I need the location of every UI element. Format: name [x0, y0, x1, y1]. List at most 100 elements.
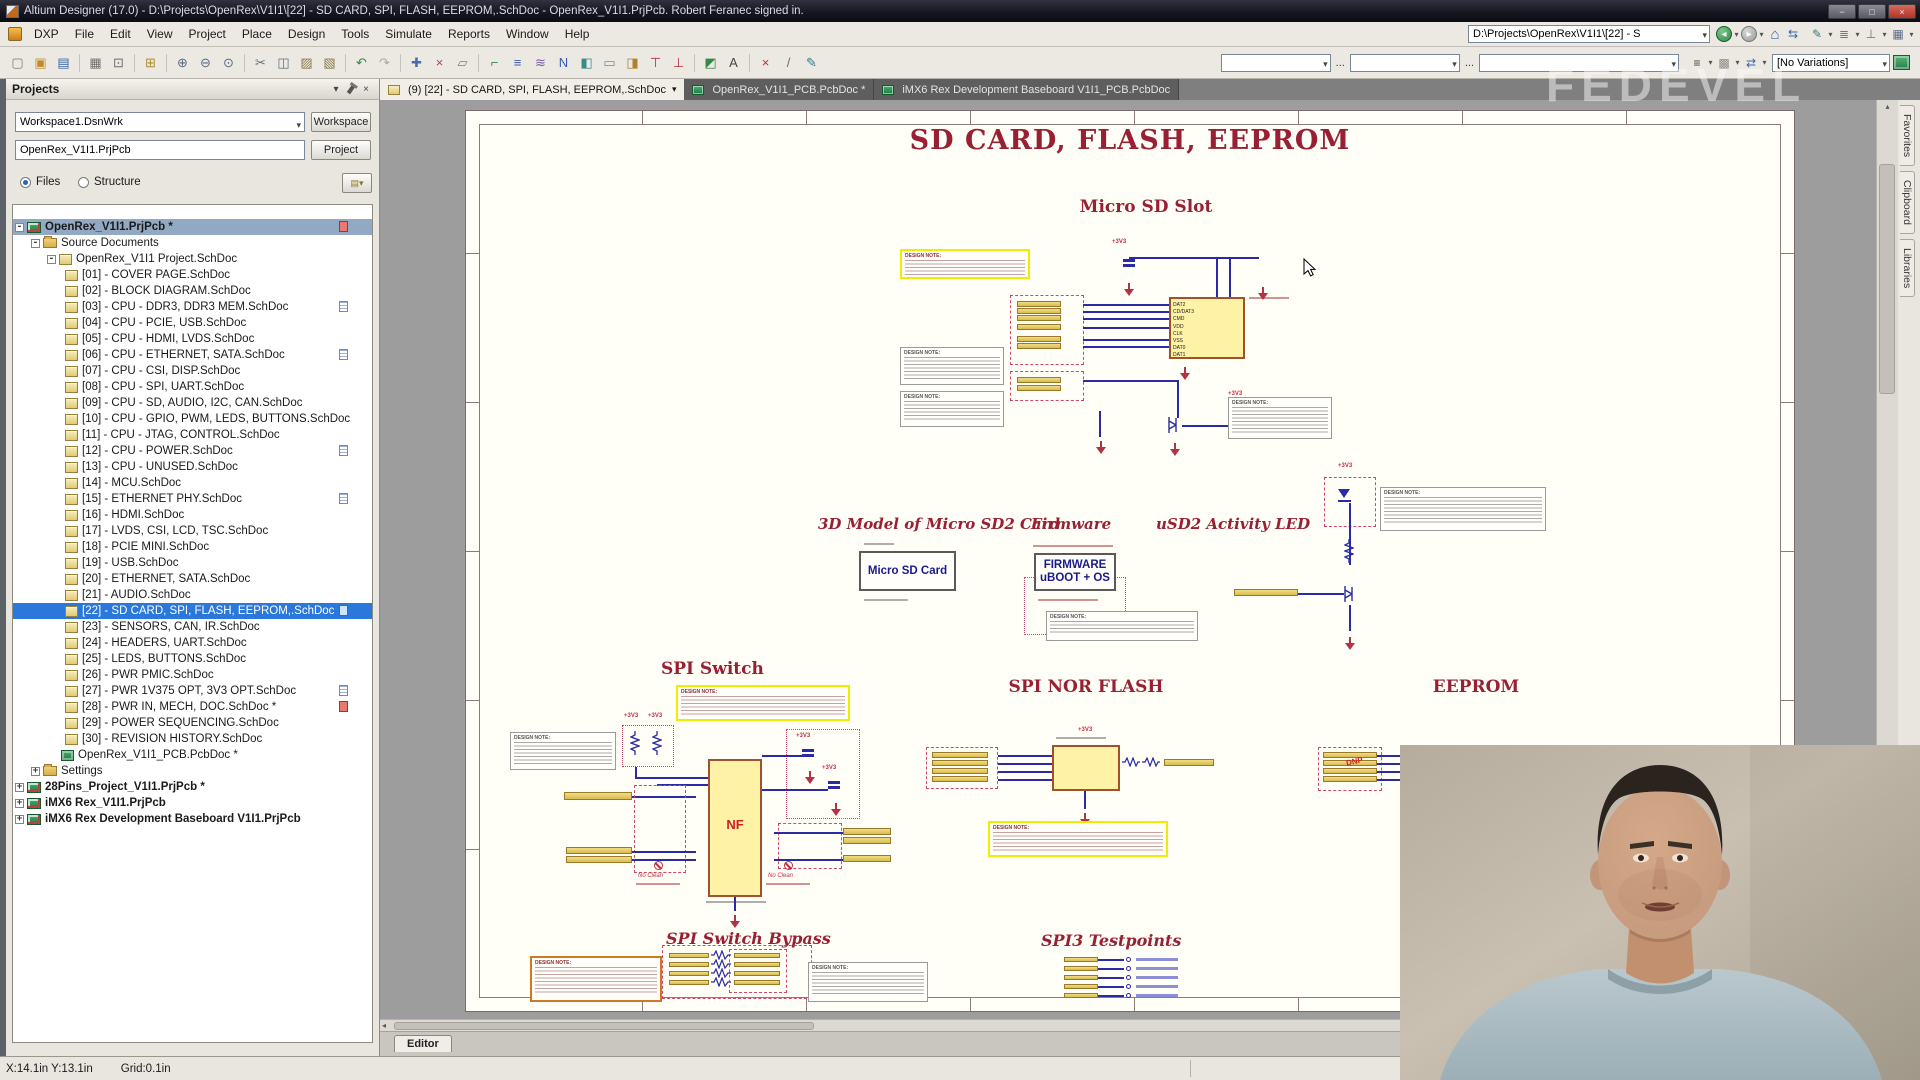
tab-openrex-pcbdoc[interactable]: OpenRex_V1I1_PCB.PcbDoc *: [684, 79, 874, 100]
sheet-symbol-icon[interactable]: ▭: [598, 52, 621, 74]
menu-item[interactable]: Help: [557, 24, 598, 44]
files-radio[interactable]: [20, 177, 31, 188]
close-button[interactable]: ×: [1888, 4, 1916, 19]
paste-icon[interactable]: ▨: [295, 52, 318, 74]
power-port-icon[interactable]: ⊤: [644, 52, 667, 74]
tree-item[interactable]: [29] - POWER SEQUENCING.SchDoc: [13, 715, 372, 731]
undo-icon[interactable]: ↶: [350, 52, 373, 74]
tree-item[interactable]: [27] - PWR 1V375 OPT, 3V3 OPT.SchDoc: [13, 683, 372, 699]
copy-icon[interactable]: ◫: [272, 52, 295, 74]
clipboard-tab[interactable]: Clipboard: [1900, 171, 1915, 234]
print-preview-icon[interactable]: ⊡: [107, 52, 130, 74]
tree-item[interactable]: [02] - BLOCK DIAGRAM.SchDoc: [13, 283, 372, 299]
expander-icon[interactable]: +: [15, 799, 24, 808]
redo-icon[interactable]: ↷: [373, 52, 396, 74]
menu-item[interactable]: Edit: [102, 24, 139, 44]
tree-item[interactable]: [01] - COVER PAGE.SchDoc: [13, 267, 372, 283]
tree-item[interactable]: [20] - ETHERNET, SATA.SchDoc: [13, 571, 372, 587]
tree-item[interactable]: - OpenRex_V1I1 Project.SchDoc: [13, 251, 372, 267]
expander-icon[interactable]: +: [15, 783, 24, 792]
open-document-icon[interactable]: ▣: [29, 52, 52, 74]
tree-item[interactable]: + iMX6 Rex Development Baseboard V1I1.Pr…: [13, 811, 372, 827]
menu-item[interactable]: Project: [181, 24, 234, 44]
tree-item[interactable]: [13] - CPU - UNUSED.SchDoc: [13, 459, 372, 475]
tree-item[interactable]: [08] - CPU - SPI, UART.SchDoc: [13, 379, 372, 395]
tree-item[interactable]: [22] - SD CARD, SPI, FLASH, EEPROM,.SchD…: [13, 603, 372, 619]
compare-icon[interactable]: ⇆: [1784, 25, 1802, 43]
forward-dropdown-icon[interactable]: ▾: [1757, 25, 1766, 43]
ground-dropdown-icon[interactable]: ▾: [1880, 25, 1889, 43]
panel-new-doc-button[interactable]: ▤▾: [342, 173, 372, 193]
editor-tab[interactable]: Editor: [394, 1035, 452, 1052]
menu-item[interactable]: Reports: [440, 24, 498, 44]
expander-icon[interactable]: -: [47, 255, 56, 264]
tree-item[interactable]: OpenRex_V1I1_PCB.PcbDoc *: [13, 747, 372, 763]
menu-item[interactable]: View: [139, 24, 181, 44]
tree-item[interactable]: [11] - CPU - JTAG, CONTROL.SchDoc: [13, 427, 372, 443]
clear-filter-icon[interactable]: ×: [428, 52, 451, 74]
maximize-button[interactable]: □: [1858, 4, 1886, 19]
workspace-dropdown[interactable]: Workspace1.DsnWrk: [15, 112, 305, 132]
cross-select-icon[interactable]: ✚: [405, 52, 428, 74]
workspace-button[interactable]: Workspace: [311, 112, 371, 132]
place-part-icon[interactable]: ◩: [699, 52, 722, 74]
tree-item[interactable]: [14] - MCU.SchDoc: [13, 475, 372, 491]
tree-item[interactable]: [10] - CPU - GPIO, PWM, LEDS, BUTTONS.Sc…: [13, 411, 372, 427]
tree-item[interactable]: [28] - PWR IN, MECH, DOC.SchDoc *: [13, 699, 372, 715]
tab-sd-card-schdoc[interactable]: (9) [22] - SD CARD, SPI, FLASH, EEPROM,.…: [380, 79, 684, 100]
tree-item[interactable]: [19] - USB.SchDoc: [13, 555, 372, 571]
tree-item[interactable]: [30] - REVISION HISTORY.SchDoc: [13, 731, 372, 747]
tree-item[interactable]: [16] - HDMI.SchDoc: [13, 507, 372, 523]
menu-item[interactable]: Place: [234, 24, 280, 44]
panel-close-icon[interactable]: ×: [359, 84, 373, 95]
text-string-icon[interactable]: A: [722, 52, 745, 74]
zoom-selection-icon[interactable]: ⊖: [194, 52, 217, 74]
tree-item[interactable]: + Settings: [13, 763, 372, 779]
tab-imx6-baseboard-pcbdoc[interactable]: iMX6 Rex Development Baseboard V1I1_PCB.…: [874, 79, 1179, 100]
expander-icon[interactable]: +: [31, 767, 40, 776]
tree-item[interactable]: [12] - CPU - POWER.SchDoc: [13, 443, 372, 459]
scale-combo[interactable]: [1221, 54, 1331, 72]
back-dropdown-icon[interactable]: ▾: [1732, 25, 1741, 43]
tree-item[interactable]: [05] - CPU - HDMI, LVDS.SchDoc: [13, 331, 372, 347]
pencil-dropdown-icon[interactable]: ▾: [1826, 25, 1835, 43]
project-field[interactable]: OpenRex_V1I1.PrjPcb: [15, 140, 305, 160]
menu-item[interactable]: Window: [498, 24, 557, 44]
tree-item[interactable]: [18] - PCIE MINI.SchDoc: [13, 539, 372, 555]
filter-combo[interactable]: [1350, 54, 1460, 72]
capture-region-icon[interactable]: ⊞: [139, 52, 162, 74]
tree-item[interactable]: [23] - SENSORS, CAN, IR.SchDoc: [13, 619, 372, 635]
variant-chip-icon[interactable]: [1893, 55, 1910, 70]
tree-item[interactable]: [09] - CPU - SD, AUDIO, I2C, CAN.SchDoc: [13, 395, 372, 411]
favorites-tab[interactable]: Favorites: [1900, 105, 1915, 166]
expander-icon[interactable]: +: [15, 815, 24, 824]
tree-item[interactable]: [15] - ETHERNET PHY.SchDoc: [13, 491, 372, 507]
scroll-left-icon[interactable]: ◂: [382, 1021, 386, 1030]
tree-item[interactable]: [25] - LEDS, BUTTONS.SchDoc: [13, 651, 372, 667]
wire-icon[interactable]: ⌐: [483, 52, 506, 74]
scroll-up-icon[interactable]: ▴: [1877, 102, 1898, 111]
structure-radio[interactable]: [78, 177, 89, 188]
document-path-combo[interactable]: D:\Projects\OpenRex\V1I1\[22] - S: [1468, 25, 1710, 43]
tree-item[interactable]: + iMX6 Rex_V1I1.PrjPcb: [13, 795, 372, 811]
sheet-entry-icon[interactable]: ◨: [621, 52, 644, 74]
tree-item[interactable]: [07] - CPU - CSI, DISP.SchDoc: [13, 363, 372, 379]
panel-menu-icon[interactable]: ▾: [329, 84, 343, 95]
tree-item[interactable]: [04] - CPU - PCIE, USB.SchDoc: [13, 315, 372, 331]
layers-dropdown-icon[interactable]: ▾: [1853, 25, 1862, 43]
menu-item[interactable]: Tools: [333, 24, 377, 44]
harness-icon[interactable]: ≋: [529, 52, 552, 74]
print-icon[interactable]: ▦: [84, 52, 107, 74]
break-wire-icon[interactable]: /: [777, 52, 800, 74]
save-icon[interactable]: ▤: [52, 52, 75, 74]
tree-item[interactable]: - OpenRex_V1I1.PrjPcb *: [13, 219, 372, 235]
project-button[interactable]: Project: [311, 140, 371, 160]
tree-item[interactable]: [21] - AUDIO.SchDoc: [13, 587, 372, 603]
expander-icon[interactable]: -: [31, 239, 40, 248]
ground-icon[interactable]: ⊥: [1862, 25, 1880, 43]
tree-item[interactable]: [03] - CPU - DDR3, DDR3 MEM.SchDoc: [13, 299, 372, 315]
pin-icon[interactable]: [347, 84, 355, 94]
expander-icon[interactable]: -: [15, 223, 24, 232]
zoom-document-icon[interactable]: ⊙: [217, 52, 240, 74]
tree-item[interactable]: [26] - PWR PMIC.SchDoc: [13, 667, 372, 683]
